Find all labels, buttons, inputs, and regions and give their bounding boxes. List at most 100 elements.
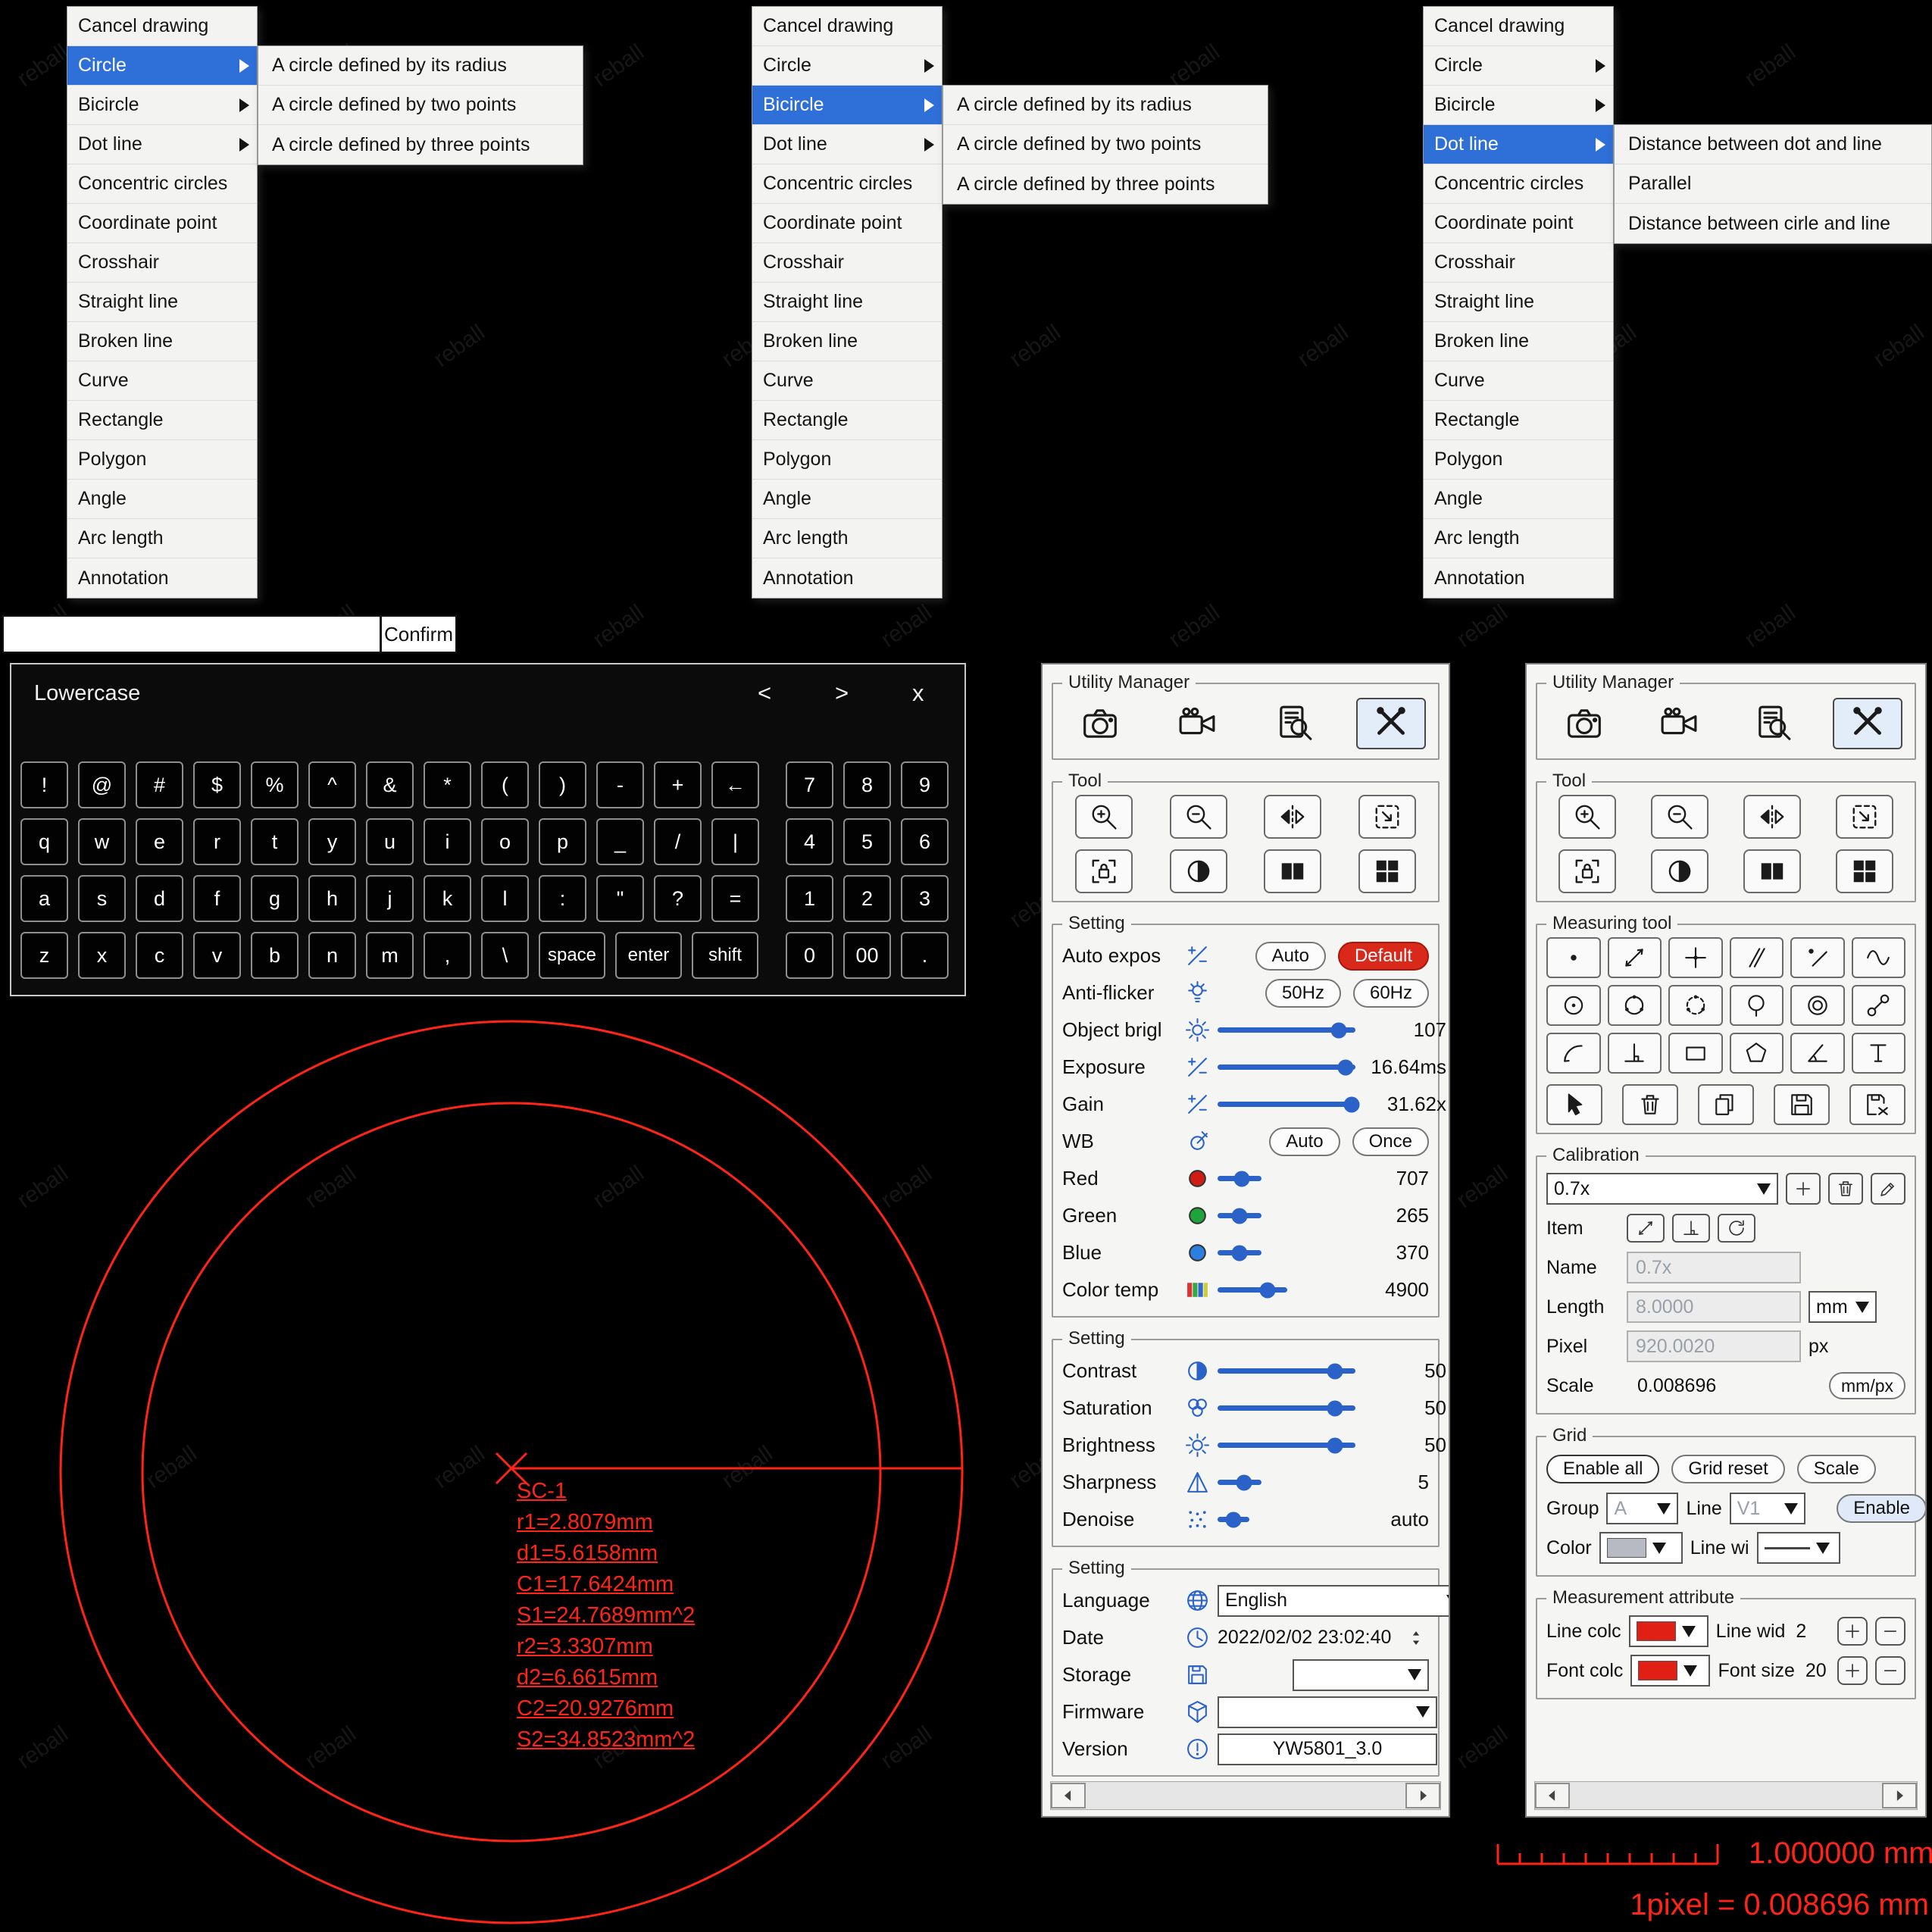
calibration-pixel-input[interactable]: 920.0020 (1627, 1330, 1801, 1362)
menu-item-annotation[interactable]: Annotation (752, 558, 942, 598)
save-button[interactable] (1774, 1084, 1830, 1125)
video-button[interactable] (1162, 698, 1232, 749)
submenu-item-a-circle-defined-by-two-points[interactable]: A circle defined by two points (258, 86, 583, 125)
slider-knob[interactable] (1232, 1208, 1248, 1224)
menu-item-polygon[interactable]: Polygon (752, 440, 942, 480)
menu-item-curve[interactable]: Curve (1424, 361, 1613, 401)
key-sym[interactable]: . (901, 932, 949, 979)
key-r[interactable]: r (193, 818, 241, 865)
menu-item-circle[interactable]: Circle (67, 46, 257, 86)
key-j[interactable]: j (366, 875, 414, 922)
date-spinner[interactable] (1403, 1623, 1429, 1653)
key-f[interactable]: f (193, 875, 241, 922)
menu-item-circle[interactable]: Circle (752, 46, 942, 86)
key-u[interactable]: u (366, 818, 414, 865)
key-o[interactable]: o (481, 818, 529, 865)
blue-slider[interactable] (1218, 1250, 1261, 1255)
key-w[interactable]: w (78, 818, 126, 865)
key-7[interactable]: 7 (786, 761, 833, 808)
auto-expos-default-button[interactable]: Default (1338, 942, 1429, 971)
menu-item-concentric-circles[interactable]: Concentric circles (67, 164, 257, 204)
key-0[interactable]: 0 (786, 932, 833, 979)
menu-item-angle[interactable]: Angle (752, 480, 942, 519)
keyboard-mode-label[interactable]: Lowercase (34, 681, 140, 706)
slider-knob[interactable] (1226, 1512, 1242, 1527)
key-sym[interactable]: | (711, 818, 759, 865)
parallel-button[interactable] (1730, 937, 1784, 978)
capture-region-button[interactable] (1358, 795, 1416, 839)
submenu-item-a-circle-defined-by-three-points[interactable]: A circle defined by three points (943, 164, 1268, 204)
calibration-length-input[interactable]: 8.0000 (1627, 1291, 1801, 1323)
key-sym[interactable]: ? (654, 875, 702, 922)
split-2-button[interactable] (1743, 849, 1801, 893)
slider-knob[interactable] (1343, 1096, 1359, 1112)
gain-slider[interactable] (1218, 1102, 1355, 1107)
grid-group-select[interactable]: A (1606, 1493, 1678, 1524)
add-calibration-button[interactable] (1786, 1173, 1821, 1205)
menu-item-curve[interactable]: Curve (67, 361, 257, 401)
zoom-in-button[interactable] (1075, 795, 1133, 839)
font-size-increase-button[interactable] (1837, 1656, 1868, 1685)
key-y[interactable]: y (308, 818, 356, 865)
menu-item-dot-line[interactable]: Dot line (1424, 125, 1613, 164)
submenu-item-parallel[interactable]: Parallel (1615, 164, 1931, 204)
calibration-item-circle-button[interactable] (1718, 1214, 1755, 1243)
length-unit-select[interactable]: mm (1809, 1291, 1877, 1323)
delete-calibration-button[interactable] (1828, 1173, 1863, 1205)
key-sym[interactable]: - (596, 761, 644, 808)
calibration-item-line-button[interactable] (1627, 1214, 1665, 1243)
flip-horizontal-button[interactable] (1264, 795, 1321, 839)
menu-item-rectangle[interactable]: Rectangle (67, 401, 257, 440)
key-b[interactable]: b (251, 932, 299, 979)
anti-flicker-50hz-button[interactable]: 50Hz (1265, 979, 1341, 1008)
menu-item-straight-line[interactable]: Straight line (1424, 283, 1613, 322)
video-button[interactable] (1644, 698, 1714, 749)
invert-button[interactable] (1651, 849, 1708, 893)
line-width-decrease-button[interactable] (1875, 1617, 1905, 1646)
camera-button[interactable] (1549, 698, 1619, 749)
menu-item-concentric-circles[interactable]: Concentric circles (1424, 164, 1613, 204)
key-4[interactable]: 4 (786, 818, 833, 865)
denoise-slider[interactable] (1218, 1517, 1249, 1522)
submenu-item-a-circle-defined-by-three-points[interactable]: A circle defined by three points (258, 125, 583, 164)
key-i[interactable]: i (424, 818, 471, 865)
menu-item-crosshair[interactable]: Crosshair (752, 243, 942, 283)
copy-button[interactable] (1698, 1084, 1754, 1125)
grid-color-select[interactable] (1599, 1532, 1683, 1564)
contrast-slider[interactable] (1218, 1368, 1355, 1374)
menu-item-angle[interactable]: Angle (1424, 480, 1613, 519)
scale-unit-button[interactable]: mm/px (1829, 1372, 1905, 1399)
scroll-left-button[interactable] (1535, 1783, 1570, 1809)
key-sym[interactable]: ← (711, 761, 759, 808)
tools-button[interactable] (1356, 698, 1426, 749)
menu-item-arc-length[interactable]: Arc length (67, 519, 257, 558)
report-button[interactable] (1738, 698, 1808, 749)
menu-item-straight-line[interactable]: Straight line (752, 283, 942, 322)
scroll-right-button[interactable] (1882, 1783, 1917, 1809)
grid-scale-button[interactable]: Scale (1797, 1455, 1876, 1483)
menu-item-cancel-drawing[interactable]: Cancel drawing (752, 7, 942, 46)
text-button[interactable] (1852, 1033, 1906, 1074)
key-s[interactable]: s (78, 875, 126, 922)
split-2-button[interactable] (1264, 849, 1321, 893)
dot-line-button[interactable] (1790, 937, 1845, 978)
key-sym[interactable]: = (711, 875, 759, 922)
key-sym[interactable]: \ (481, 932, 529, 979)
saturation-slider[interactable] (1218, 1405, 1355, 1411)
submenu-item-a-circle-defined-by-its-radius[interactable]: A circle defined by its radius (943, 86, 1268, 125)
menu-item-coordinate-point[interactable]: Coordinate point (752, 204, 942, 243)
menu-item-concentric-circles[interactable]: Concentric circles (752, 164, 942, 204)
key-8[interactable]: 8 (843, 761, 891, 808)
menu-item-dot-line[interactable]: Dot line (752, 125, 942, 164)
submenu-item-distance-between-cirle-and-line[interactable]: Distance between cirle and line (1615, 204, 1931, 243)
menu-item-polygon[interactable]: Polygon (67, 440, 257, 480)
key-sym[interactable]: " (596, 875, 644, 922)
menu-item-annotation[interactable]: Annotation (67, 558, 257, 598)
key-sym[interactable]: ! (20, 761, 68, 808)
wb-auto-button[interactable]: Auto (1269, 1127, 1340, 1156)
grid-line-select[interactable]: V1 (1730, 1493, 1805, 1524)
key-2[interactable]: 2 (843, 875, 891, 922)
wb-once-button[interactable]: Once (1352, 1127, 1429, 1156)
slider-knob[interactable] (1327, 1400, 1343, 1416)
line-button[interactable] (1608, 937, 1662, 978)
